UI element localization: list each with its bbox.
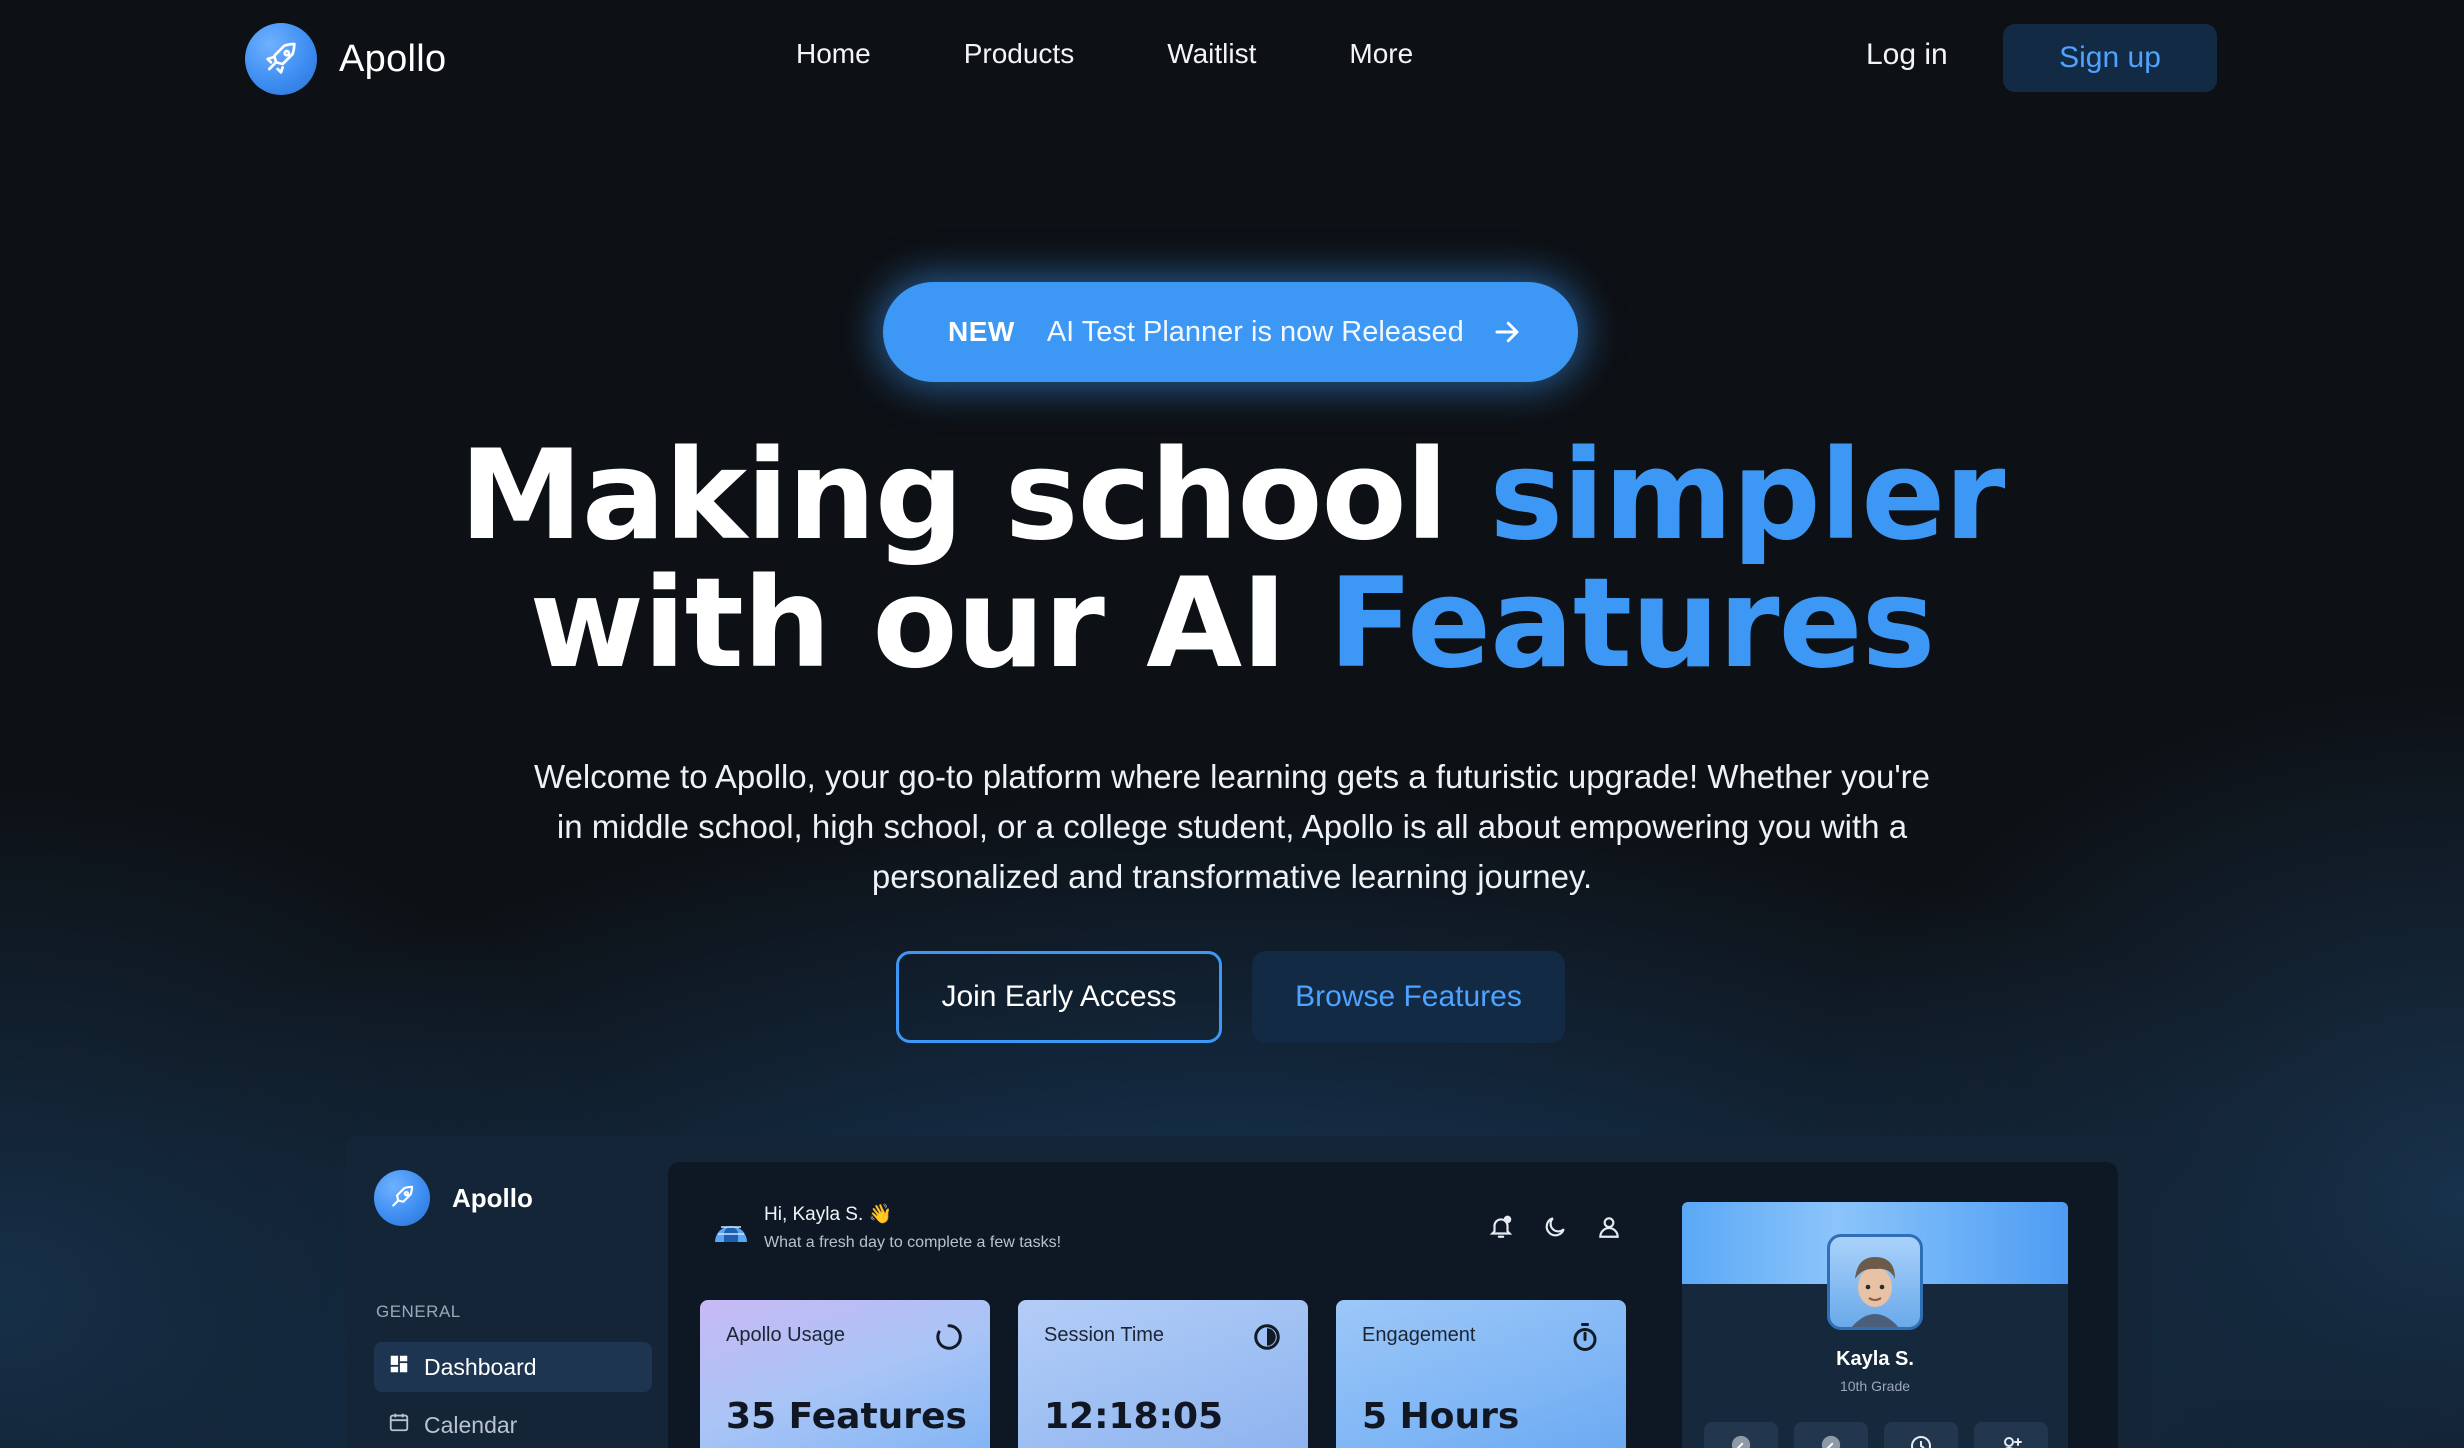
igloo-icon [712, 1212, 750, 1250]
profile-action-button[interactable] [1884, 1422, 1958, 1448]
rocket-badge-icon [1820, 1434, 1842, 1448]
profile-name: Kayla S. [1836, 1348, 1914, 1370]
profile-actions [1704, 1422, 2048, 1448]
headline-line2-blue: Features [1328, 552, 1935, 696]
half-moon-clock-icon [1252, 1322, 1282, 1352]
headline-line1-white: Making school [459, 424, 1490, 568]
preview-main: Hi, Kayla S. 👋 What a fresh day to compl… [668, 1162, 2118, 1448]
sidebar-item-calendar[interactable]: Calendar [374, 1400, 652, 1448]
card-value: 12:18:05 [1044, 1396, 1224, 1437]
ring-loader-icon [934, 1322, 964, 1352]
nav-link-waitlist[interactable]: Waitlist [1167, 38, 1256, 70]
card-label: Session Time [1044, 1324, 1165, 1346]
add-user-icon [1999, 1434, 2023, 1448]
arrow-right-icon [1492, 317, 1522, 347]
headline-line1-blue: simpler [1489, 424, 2005, 568]
clock-icon [1909, 1434, 1933, 1448]
new-badge: NEW [948, 316, 1015, 347]
profile-card: Kayla S. 10th Grade [1682, 1202, 2068, 1448]
profile-action-button[interactable] [1974, 1422, 2048, 1448]
sidebar-item-label: Dashboard [424, 1353, 537, 1380]
stopwatch-icon [1570, 1322, 1600, 1352]
bell-icon[interactable] [1488, 1214, 1514, 1240]
user-icon[interactable] [1596, 1214, 1622, 1240]
calendar-icon [388, 1411, 410, 1439]
announcement-text: AI Test Planner is now Released [1046, 315, 1464, 348]
greeting-title: Hi, Kayla S. 👋 [764, 1204, 893, 1225]
rocket-badge-icon [1730, 1434, 1752, 1448]
brand[interactable]: Apollo [245, 23, 446, 95]
preview-brand: Apollo [374, 1170, 533, 1226]
dashboard-grid-icon [388, 1353, 410, 1381]
top-nav: Apollo Home Products Waitlist More Log i… [0, 0, 2464, 120]
stat-card-engagement[interactable]: Engagement 5 Hours [1336, 1300, 1626, 1448]
brand-name: Apollo [339, 37, 447, 80]
card-label: Apollo Usage [726, 1324, 845, 1346]
greeting: Hi, Kayla S. 👋 What a fresh day to compl… [712, 1202, 1061, 1252]
nav-link-home[interactable]: Home [796, 38, 871, 70]
rocket-logo-icon [374, 1170, 430, 1226]
nav-link-products[interactable]: Products [964, 38, 1075, 70]
sidebar-item-dashboard[interactable]: Dashboard [374, 1342, 652, 1392]
avatar[interactable] [1827, 1234, 1923, 1330]
preview-sidebar: Apollo GENERAL Dashboard Calendar [346, 1136, 666, 1448]
sidebar-section-label: GENERAL [376, 1302, 461, 1321]
browse-features-button[interactable]: Browse Features [1252, 951, 1565, 1043]
rocket-logo-icon [245, 23, 317, 95]
profile-grade: 10th Grade [1839, 1378, 1911, 1394]
hero-headline: Making school simpler with our AI Featur… [0, 432, 2464, 688]
join-early-access-button[interactable]: Join Early Access [896, 951, 1222, 1043]
card-value: 5 Hours [1362, 1396, 1520, 1437]
nav-links: Home Products Waitlist More [796, 38, 1413, 70]
card-value: 35 Features [726, 1396, 967, 1437]
stat-card-session[interactable]: Session Time 12:18:05 [1018, 1300, 1308, 1448]
hero-subtext: Welcome to Apollo, your go-to platform w… [533, 758, 1931, 895]
headline-line2-white: with our AI [529, 552, 1329, 696]
signup-button[interactable]: Sign up [2003, 24, 2217, 92]
nav-link-more[interactable]: More [1349, 38, 1413, 70]
announcement-pill[interactable]: NEW AI Test Planner is now Released [883, 282, 1578, 382]
stat-card-usage[interactable]: Apollo Usage 35 Features [700, 1300, 990, 1448]
profile-action-button[interactable] [1794, 1422, 1868, 1448]
moon-icon[interactable] [1542, 1214, 1568, 1240]
profile-action-button[interactable] [1704, 1422, 1778, 1448]
card-label: Engagement [1362, 1324, 1476, 1346]
greeting-subtitle: What a fresh day to complete a few tasks… [764, 1234, 1062, 1251]
dashboard-preview: Apollo GENERAL Dashboard Calendar Hi, Ka… [346, 1136, 2152, 1448]
preview-toolbar [1488, 1214, 1622, 1240]
sidebar-item-label: Calendar [424, 1411, 518, 1438]
preview-brand-name: Apollo [452, 1182, 533, 1213]
login-link[interactable]: Log in [1866, 38, 1948, 72]
